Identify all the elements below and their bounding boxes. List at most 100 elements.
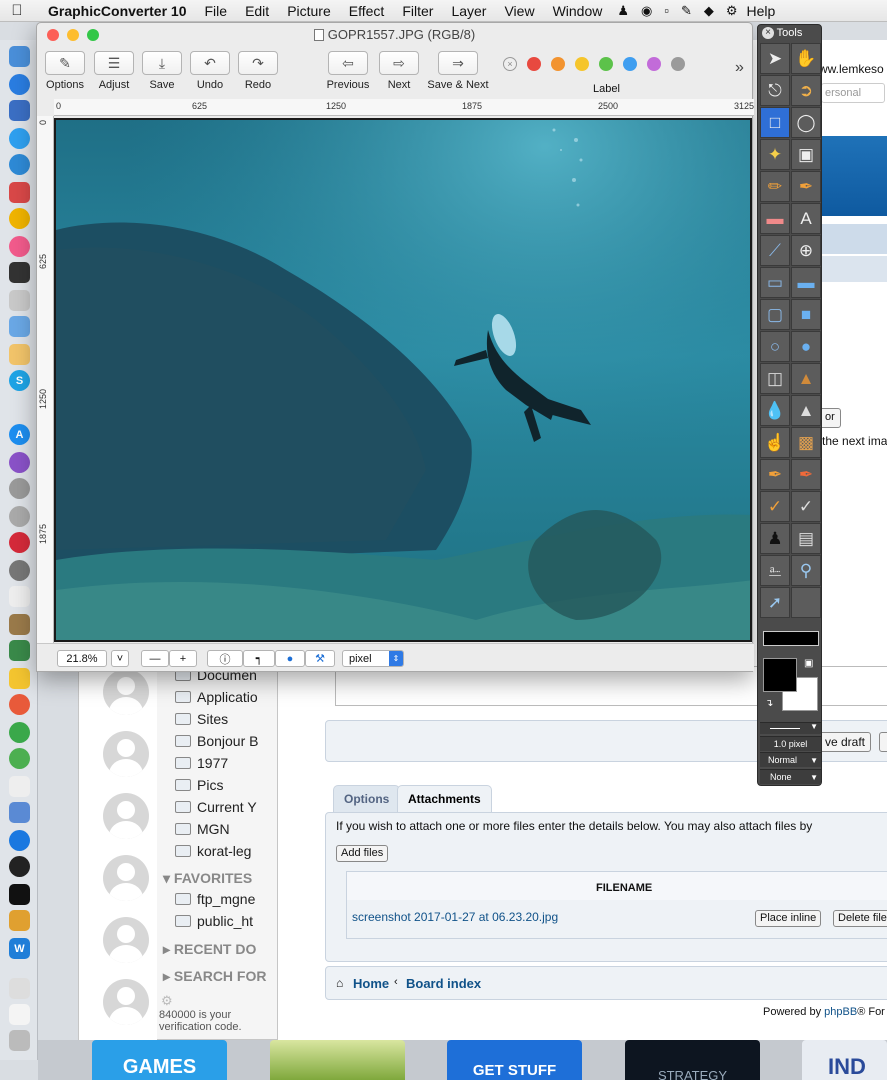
label-red[interactable] — [527, 57, 541, 71]
menu-picture[interactable]: Picture — [278, 3, 340, 19]
previous-button[interactable]: ⇦ Previous — [322, 51, 374, 91]
globe-icon[interactable]: ● — [275, 650, 305, 667]
skype-icon[interactable]: S — [9, 370, 30, 391]
magic-wand-icon[interactable]: ✦ — [760, 139, 790, 170]
sidebar-item[interactable]: Current Y — [175, 799, 257, 815]
next-button[interactable]: ⇨ Next — [379, 51, 419, 91]
smudge-icon[interactable]: ☝ — [760, 427, 790, 458]
hand-tool-icon[interactable]: ✋ — [791, 43, 821, 74]
camera-icon[interactable]: ◉ — [641, 3, 652, 19]
text-tool-icon[interactable]: A — [791, 203, 821, 234]
label-none-icon[interactable]: × — [503, 57, 517, 71]
sidebar-item[interactable]: ftp_mgne — [175, 891, 255, 907]
notes-icon[interactable] — [9, 668, 30, 689]
label-purple[interactable] — [647, 57, 661, 71]
favorites-header[interactable]: ▾ FAVORITES — [163, 870, 252, 887]
units-select[interactable]: pixel ⇕ — [342, 650, 404, 667]
adjust-button[interactable]: ☰ Adjust — [93, 51, 135, 91]
stamp-icon[interactable]: ▲ — [791, 363, 821, 394]
place-inline-button[interactable]: Place inline — [755, 910, 822, 927]
app-icon[interactable] — [9, 748, 30, 769]
brush-icon[interactable]: ✒ — [791, 171, 821, 202]
measure-icon[interactable]: ▤ — [791, 523, 821, 554]
filled-rectangle-icon[interactable]: ▬ — [791, 267, 821, 298]
delete-file-button[interactable]: Delete file — [833, 910, 887, 927]
or-button[interactable]: or — [819, 408, 841, 428]
label-gray[interactable] — [671, 57, 685, 71]
menu-effect[interactable]: Effect — [340, 3, 394, 19]
thumbnail[interactable]: GET STUFF — [447, 1040, 582, 1080]
eyedropper-icon[interactable]: ✓ — [760, 491, 790, 522]
document-icon[interactable] — [9, 978, 30, 999]
sidebar-item[interactable]: korat-leg — [175, 843, 251, 859]
clock-icon[interactable] — [9, 506, 30, 527]
trash-icon[interactable] — [9, 1030, 30, 1051]
board-index-link[interactable]: Board index — [406, 976, 481, 991]
ellipse-select-icon[interactable]: ◯ — [791, 107, 821, 138]
paint-bucket-icon[interactable]: ◫ — [760, 363, 790, 394]
close-icon[interactable]: × — [762, 27, 774, 39]
diamond-icon[interactable]: ◆ — [704, 3, 714, 19]
eraser-icon[interactable]: ▬ — [760, 203, 790, 234]
app-icon[interactable] — [9, 722, 30, 743]
label-yellow[interactable] — [575, 57, 589, 71]
pencil-icon[interactable]: ✏ — [760, 171, 790, 202]
ellipse-icon[interactable]: ○ — [760, 331, 790, 362]
arrow-tool-icon[interactable]: ➤ — [760, 43, 790, 74]
line-width-select[interactable]: 1.0 pixel — [760, 736, 821, 751]
terminal-icon[interactable] — [9, 884, 30, 905]
app-icon[interactable] — [9, 532, 30, 553]
chrome-icon[interactable] — [9, 208, 30, 229]
burn-brush-icon[interactable]: ✒ — [791, 459, 821, 490]
personal-select[interactable]: ersonal — [821, 83, 885, 103]
messages-icon[interactable] — [9, 128, 30, 149]
pen-icon[interactable]: ✎ — [681, 3, 692, 19]
blend-mode-select[interactable]: Normal ▼ — [760, 752, 821, 767]
menu-window[interactable]: Window — [544, 3, 612, 19]
zoom-out-button[interactable]: — — [141, 650, 169, 667]
label-green[interactable] — [599, 57, 613, 71]
add-files-button[interactable]: Add files — [336, 845, 389, 862]
filled-ellipse-icon[interactable]: ● — [791, 331, 821, 362]
zoom-in-button[interactable]: + — [169, 650, 197, 667]
magnifier-icon[interactable]: ⚲ — [791, 555, 821, 586]
zoom-field[interactable]: 21.8% — [57, 650, 107, 667]
sidebar-item[interactable]: MGN — [175, 821, 230, 837]
document-icon[interactable] — [9, 1004, 30, 1025]
info-icon[interactable]: ⓘ — [207, 650, 243, 667]
sidebar-item[interactable]: Pics — [175, 777, 223, 793]
save-next-button[interactable]: ⇒ Save & Next — [423, 51, 493, 91]
rectangle-icon[interactable]: ▭ — [760, 267, 790, 298]
app-icon[interactable] — [9, 262, 30, 283]
filled-rounded-rect-icon[interactable]: ■ — [791, 299, 821, 330]
app-icon[interactable] — [9, 614, 30, 635]
replace-color-icon[interactable]: ✓ — [791, 491, 821, 522]
sidebar-item[interactable]: 1977 — [175, 755, 228, 771]
syringe-icon[interactable]: ➚ — [760, 587, 790, 618]
save-button[interactable]: ⤓ Save — [141, 51, 183, 91]
menu-edit[interactable]: Edit — [236, 3, 278, 19]
drop-icon[interactable]: 💧 — [760, 395, 790, 426]
submit-button[interactable] — [879, 732, 887, 752]
default-colors-icon[interactable]: ▣ — [804, 658, 813, 669]
label-blue[interactable] — [623, 57, 637, 71]
menu-help[interactable]: Help — [738, 3, 785, 19]
thumbnail[interactable] — [270, 1040, 405, 1080]
document-icon[interactable] — [9, 586, 30, 607]
fill-mode-select[interactable]: None ▼ — [760, 769, 821, 784]
cone-icon[interactable]: ▲ — [791, 395, 821, 426]
tab-options[interactable]: Options — [333, 785, 401, 812]
options-button[interactable]: ✎ Options — [44, 51, 86, 91]
thumbnail[interactable]: IND — [802, 1040, 887, 1080]
phpbb-link[interactable]: phpBB — [824, 1006, 857, 1018]
foreground-color-swatch[interactable] — [763, 658, 797, 692]
gear-icon[interactable]: ⚙ — [726, 3, 738, 19]
app-icon[interactable] — [9, 830, 30, 851]
dodge-brush-icon[interactable]: ✒ — [760, 459, 790, 490]
word-icon[interactable]: W — [9, 938, 30, 959]
lasso-icon[interactable]: ➲ — [791, 75, 821, 106]
undo-button[interactable]: ↶ Undo — [189, 51, 231, 91]
finder-icon[interactable] — [9, 46, 30, 67]
zoom-button[interactable] — [87, 29, 99, 41]
image-canvas[interactable] — [54, 118, 752, 642]
